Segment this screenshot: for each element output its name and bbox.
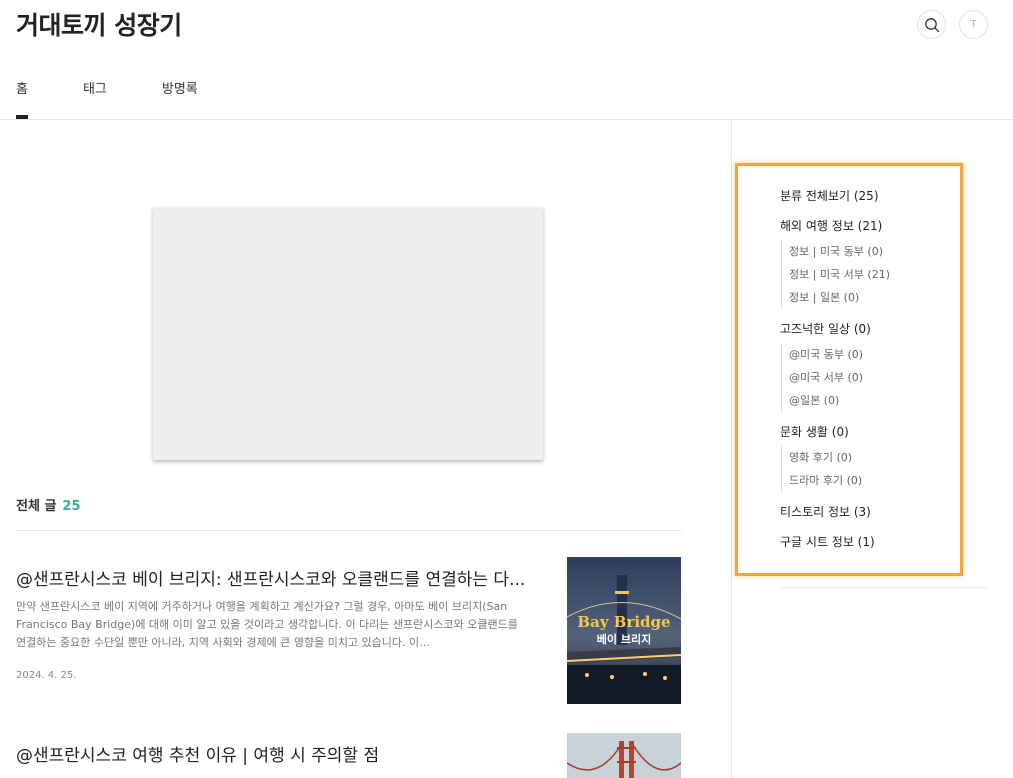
thumb-text-en: Bay Bridge	[577, 613, 670, 631]
profile-button[interactable]: T	[959, 10, 988, 39]
post-item[interactable]: @샌프란시스코 여행 추천 이유 | 여행 시 주의할 점	[16, 733, 682, 778]
category-link[interactable]: 해외 여행 정보 (21)	[780, 216, 980, 236]
category-group: 고즈넉한 일상 (0) @미국 동부 (0) @미국 서부 (0) @일본 (0…	[780, 319, 980, 412]
subcategory-link[interactable]: 정보 | 일본 (0)	[789, 286, 980, 309]
category-group: 문화 생활 (0) 영화 후기 (0) 드라마 후기 (0)	[780, 422, 980, 492]
golden-gate-image	[567, 733, 681, 778]
nav-home[interactable]: 홈	[16, 78, 28, 119]
category-group: 티스토리 정보 (3)	[780, 502, 980, 522]
subcategory-link[interactable]: @미국 동부 (0)	[789, 343, 980, 366]
category-link[interactable]: 티스토리 정보 (3)	[780, 502, 980, 522]
category-link[interactable]: 문화 생활 (0)	[780, 422, 980, 442]
main-nav: 홈 태그 방명록	[16, 78, 253, 119]
subcategory-link[interactable]: @일본 (0)	[789, 389, 980, 412]
post-title[interactable]: @샌프란시스코 베이 브리지: 샌프란시스코와 오클랜드를 연결하는 다...	[16, 565, 526, 590]
subcategory-link[interactable]: 정보 | 미국 동부 (0)	[789, 240, 980, 263]
nav-guestbook[interactable]: 방명록	[162, 78, 198, 119]
post-title[interactable]: @샌프란시스코 여행 추천 이유 | 여행 시 주의할 점	[16, 741, 526, 766]
category-divider	[781, 587, 987, 588]
category-group: 구글 시트 정보 (1)	[780, 532, 980, 552]
category-sub-list: 정보 | 미국 동부 (0) 정보 | 미국 서부 (21) 정보 | 일본 (…	[781, 240, 980, 309]
banner-image	[153, 207, 543, 460]
search-button[interactable]	[917, 10, 946, 39]
subcategory-link[interactable]: 정보 | 미국 서부 (21)	[789, 263, 980, 286]
category-sub-list: 영화 후기 (0) 드라마 후기 (0)	[781, 446, 980, 492]
category-link[interactable]: 고즈넉한 일상 (0)	[780, 319, 980, 339]
post-excerpt: 만약 샌프란시스코 베이 지역에 거주하거나 여행을 계획하고 계신가요? 그럴…	[16, 600, 518, 649]
bay-bridge-image: Bay Bridge 베이 브리지	[567, 557, 681, 704]
post-thumbnail[interactable]: Bay Bridge 베이 브리지	[567, 557, 681, 704]
thumb-text-ko: 베이 브리지	[597, 632, 651, 646]
blog-title[interactable]: 거대토끼 성장기	[16, 6, 182, 42]
search-icon	[924, 17, 939, 32]
post-thumbnail[interactable]	[567, 733, 681, 778]
category-link[interactable]: 구글 시트 정보 (1)	[780, 532, 980, 552]
subcategory-link[interactable]: @미국 서부 (0)	[789, 366, 980, 389]
total-count: 25	[62, 499, 81, 514]
post-date: 2024. 4. 25.	[16, 670, 77, 681]
subcategory-link[interactable]: 영화 후기 (0)	[789, 446, 980, 469]
post-item[interactable]: @샌프란시스코 베이 브리지: 샌프란시스코와 오클랜드를 연결하는 다... …	[16, 557, 682, 707]
sidebar-divider	[731, 120, 732, 778]
category-sub-list: @미국 동부 (0) @미국 서부 (0) @일본 (0)	[781, 343, 980, 412]
category-all[interactable]: 분류 전체보기 (25)	[780, 186, 980, 206]
subcategory-link[interactable]: 드라마 후기 (0)	[789, 469, 980, 492]
nav-tag[interactable]: 태그	[83, 78, 107, 119]
post-count-header: 전체 글 25	[16, 495, 682, 531]
category-list: 분류 전체보기 (25) 해외 여행 정보 (21) 정보 | 미국 동부 (0…	[780, 186, 980, 552]
category-group: 해외 여행 정보 (21) 정보 | 미국 동부 (0) 정보 | 미국 서부 …	[780, 216, 980, 309]
total-label: 전체 글	[16, 499, 57, 514]
blog-header: 거대토끼 성장기 T 홈 태그 방명록	[0, 0, 1013, 120]
profile-initial: T	[970, 19, 977, 30]
